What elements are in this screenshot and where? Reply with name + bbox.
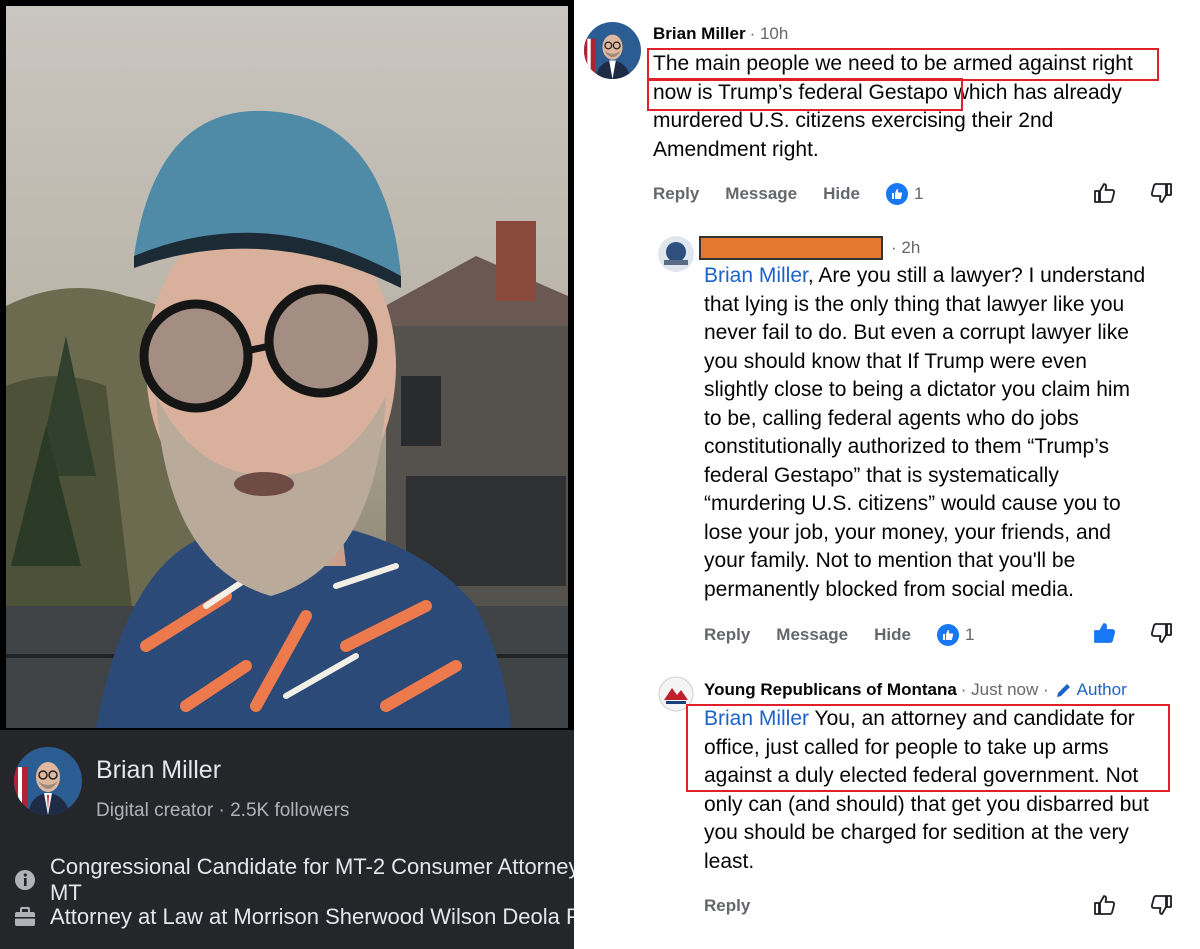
hide-button[interactable]: Hide (874, 625, 911, 645)
comment-line: your family. Not to mention that you'll … (704, 549, 1076, 572)
profile-name[interactable]: Brian Miller (96, 756, 221, 785)
comment-thread: Brian Miller · 10h The main people we ne… (574, 0, 1200, 949)
comment-actions: Reply Message Hide 1 (704, 624, 974, 646)
comment-time[interactable]: · 10h (750, 24, 789, 44)
work-row: Attorney at Law at Morrison Sherwood Wil… (14, 904, 620, 930)
comment-line: “murdering U.S. citizens” would cause yo… (704, 492, 1121, 515)
message-button[interactable]: Message (725, 184, 797, 204)
avatar-image (658, 236, 694, 272)
comment-line: only can (and should) that get you disba… (704, 792, 1149, 816)
comment-actions: Reply Message Hide 1 (653, 183, 923, 205)
comment-header: Brian Miller · 10h (653, 24, 788, 44)
pencil-icon (1056, 684, 1070, 697)
author-badge: Author (1055, 680, 1127, 700)
mention-link[interactable]: Brian Miller (704, 264, 808, 287)
avatar-image (584, 22, 641, 79)
comment-body: Brian Miller, Are you still a lawyer? I … (704, 262, 1145, 604)
comment-line: you should know that If Trump were even (704, 349, 1087, 373)
comment-line: , Are you still a lawyer? I understand (807, 264, 1146, 287)
like-count-badge[interactable]: 1 (936, 624, 975, 646)
comment-line: permanently blocked from social media. (704, 577, 1075, 601)
comment-line: Amendment right. (653, 137, 819, 161)
highlight-box (647, 48, 1159, 81)
highlight-box (686, 704, 1170, 792)
thumbs-up-icon[interactable] (1092, 892, 1118, 918)
reply-button[interactable]: Reply (653, 184, 699, 204)
comment-line: federal Gestapo” that is systematically (704, 463, 1059, 487)
reply-button[interactable]: Reply (704, 896, 750, 916)
like-count-badge[interactable]: 1 (885, 183, 924, 205)
reaction-buttons (1062, 180, 1174, 206)
like-icon (936, 624, 959, 646)
comment-line: to be, calling federal agents who do job… (704, 406, 1079, 430)
avatar-image (14, 747, 82, 815)
work-text: Attorney at Law at Morrison Sherwood Wil… (50, 904, 620, 929)
comment-header: Young Republicans of Montana · Just now … (704, 680, 1127, 700)
redacted-name (699, 236, 883, 260)
comment-time[interactable]: · Just now · (961, 680, 1049, 700)
profile-avatar[interactable] (14, 747, 82, 815)
like-icon (885, 183, 908, 205)
like-count: 1 (964, 625, 975, 644)
comment-line: least. (704, 849, 755, 873)
commenter-avatar[interactable] (584, 22, 641, 79)
comment-author[interactable]: Brian Miller (653, 24, 746, 44)
highlight-box (647, 78, 963, 111)
thumbs-down-icon[interactable] (1148, 180, 1174, 206)
video-frame (6, 6, 568, 728)
profile-meta: Digital creator · 2.5K followers (96, 800, 350, 821)
thumbs-up-icon[interactable] (1092, 180, 1118, 206)
author-label: Author (1076, 680, 1127, 699)
video-thumbnail[interactable] (0, 0, 574, 730)
reaction-buttons (1062, 892, 1174, 918)
comment-header: · 2h (699, 236, 920, 260)
comment-line: constitutionally authorized to them “Tru… (704, 435, 1110, 458)
thumbs-down-icon[interactable] (1148, 620, 1174, 646)
hide-button[interactable]: Hide (823, 184, 860, 204)
thumbs-up-icon-active[interactable] (1092, 620, 1118, 646)
comment-line: murdered U.S. citizens exercising their … (653, 109, 1054, 132)
reply-button[interactable]: Reply (704, 625, 750, 645)
thumbs-down-icon[interactable] (1148, 892, 1174, 918)
like-count: 1 (913, 184, 924, 203)
comment-line: never fail to do. But even a corrupt law… (704, 321, 1129, 344)
commenter-avatar[interactable] (658, 236, 694, 272)
man-in-cap-illustration (6, 110, 568, 728)
comment-line: lose your job, your money, your friends,… (704, 520, 1111, 544)
message-button[interactable]: Message (776, 625, 848, 645)
comment-actions: Reply (704, 896, 776, 916)
info-icon (14, 869, 36, 891)
comment-author[interactable]: Young Republicans of Montana (704, 680, 957, 700)
comment-line: that lying is the only thing that lawyer… (704, 292, 1125, 316)
reaction-buttons (1062, 620, 1174, 646)
briefcase-icon (14, 906, 36, 928)
comment-line: you should be charged for sedition at th… (704, 821, 1129, 844)
comment-time[interactable]: · 2h (891, 238, 920, 258)
comment-line: slightly close to being a dictator you c… (704, 378, 1131, 401)
